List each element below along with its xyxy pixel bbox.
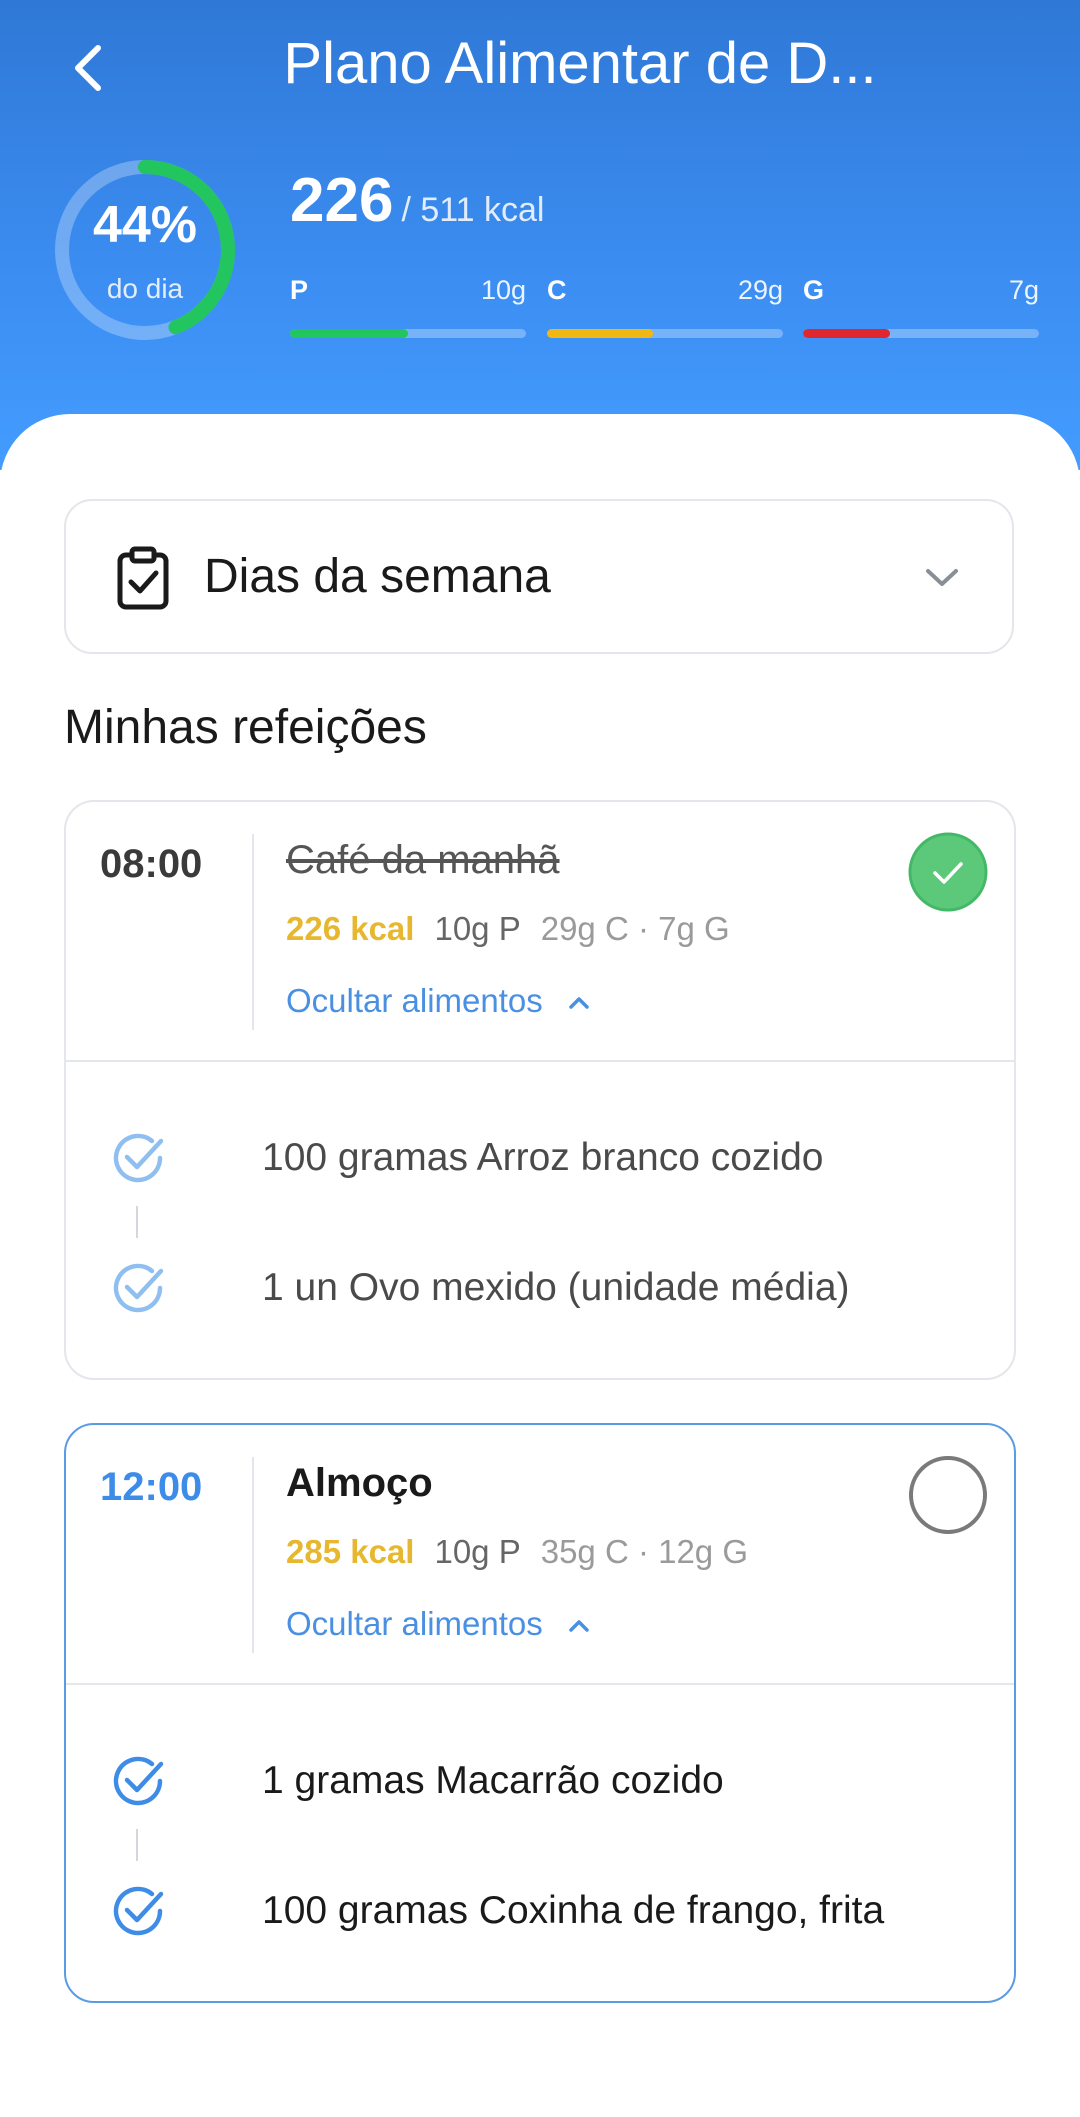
divider <box>66 1060 1014 1062</box>
kcal-total: / 511 kcal <box>401 191 545 229</box>
progress-percent: 44% <box>92 196 198 254</box>
food-item[interactable]: 100 gramas Arroz branco cozido <box>108 1128 968 1188</box>
macro-track <box>547 329 783 338</box>
week-days-dropdown[interactable]: Dias da semana <box>64 499 1014 654</box>
chevron-down-icon <box>926 569 958 586</box>
food-connector <box>136 1829 138 1861</box>
macro-carbs: C 29g <box>547 275 783 345</box>
check-circle-outline-icon <box>113 1133 164 1183</box>
meal-name: Café da manhã <box>286 838 560 882</box>
page-title: Plano Alimentar de D... <box>283 31 877 96</box>
hide-foods-toggle[interactable]: Ocultar alimentos <box>286 1605 592 1643</box>
macro-label: C <box>547 275 567 305</box>
meal-macros: 285 kcal 10g P 35g C · 12g G <box>286 1533 748 1571</box>
macro-label: G <box>803 275 825 305</box>
summary-header: Plano Alimentar de D... 44% do dia 226/ … <box>0 0 1080 470</box>
meal-done-checkbox[interactable] <box>908 832 988 912</box>
divider <box>252 1457 254 1653</box>
clipboard-check-icon <box>117 546 169 610</box>
food-item[interactable]: 1 un Ovo mexido (unidade média) <box>108 1258 968 1318</box>
meal-kcal: 285 kcal <box>286 1533 415 1570</box>
daily-progress-ring: 44% do dia <box>50 155 240 345</box>
toggle-label: Ocultar alimentos <box>286 982 543 1019</box>
meal-kcal: 226 kcal <box>286 910 415 947</box>
meal-macros: 226 kcal 10g P 29g C · 7g G <box>286 910 730 948</box>
hide-foods-toggle[interactable]: Ocultar alimentos <box>286 982 592 1020</box>
check-circle-icon <box>908 832 988 912</box>
kcal-summary: 226/ 511 kcal <box>290 165 544 236</box>
meal-protein: 10g P <box>434 910 521 947</box>
food-label: 1 gramas Macarrão cozido <box>262 1759 724 1802</box>
macro-fill <box>547 329 654 338</box>
macro-fill <box>803 329 891 338</box>
check-circle-outline-icon <box>113 1263 164 1313</box>
meal-protein: 10g P <box>434 1533 521 1570</box>
meal-card-breakfast[interactable]: 08:00 Café da manhã 226 kcal 10g P 29g C ·… <box>64 800 1016 1380</box>
macro-protein: P 10g <box>290 275 526 345</box>
meal-name: Almoço <box>286 1461 433 1505</box>
food-label: 1 un Ovo mexido (unidade média) <box>262 1266 850 1309</box>
macro-value: 10g <box>480 275 526 305</box>
meal-card-lunch[interactable]: 12:00 Almoço 285 kcal 10g P 35g C · 12g G … <box>64 1423 1016 2003</box>
divider <box>66 1683 1014 1685</box>
meal-carbs-fat: 35g C · 12g G <box>540 1533 748 1570</box>
section-title: Minhas refeições <box>64 701 427 754</box>
food-item[interactable]: 100 gramas Coxinha de frango, frita <box>108 1881 968 1941</box>
macro-fill <box>290 329 408 338</box>
food-label: 100 gramas Coxinha de frango, frita <box>262 1889 885 1932</box>
back-button[interactable] <box>62 38 122 98</box>
macro-value: 29g <box>737 275 783 305</box>
chevron-up-icon <box>569 1620 589 1633</box>
macro-label: P <box>290 275 309 305</box>
food-connector <box>136 1206 138 1238</box>
macro-track <box>290 329 526 338</box>
empty-circle-icon <box>909 1456 987 1534</box>
food-item[interactable]: 1 gramas Macarrão cozido <box>108 1751 968 1811</box>
toggle-label: Ocultar alimentos <box>286 1605 543 1642</box>
macro-fat: G 7g <box>803 275 1039 345</box>
divider <box>252 834 254 1030</box>
chevron-left-icon <box>75 45 101 91</box>
check-circle-outline-icon <box>113 1886 164 1936</box>
food-label: 100 gramas Arroz branco cozido <box>262 1136 824 1179</box>
check-circle-outline-icon <box>113 1756 164 1806</box>
meal-time: 08:00 <box>100 842 203 886</box>
meal-done-checkbox[interactable] <box>908 1455 988 1535</box>
meal-time: 12:00 <box>100 1465 203 1509</box>
kcal-consumed: 226 <box>290 166 394 235</box>
dropdown-label: Dias da semana <box>204 550 551 603</box>
macro-value: 7g <box>1008 275 1039 305</box>
progress-sublabel: do dia <box>106 273 184 304</box>
macro-track <box>803 329 1039 338</box>
meal-carbs-fat: 29g C · 7g G <box>540 910 730 947</box>
chevron-up-icon <box>569 997 589 1010</box>
